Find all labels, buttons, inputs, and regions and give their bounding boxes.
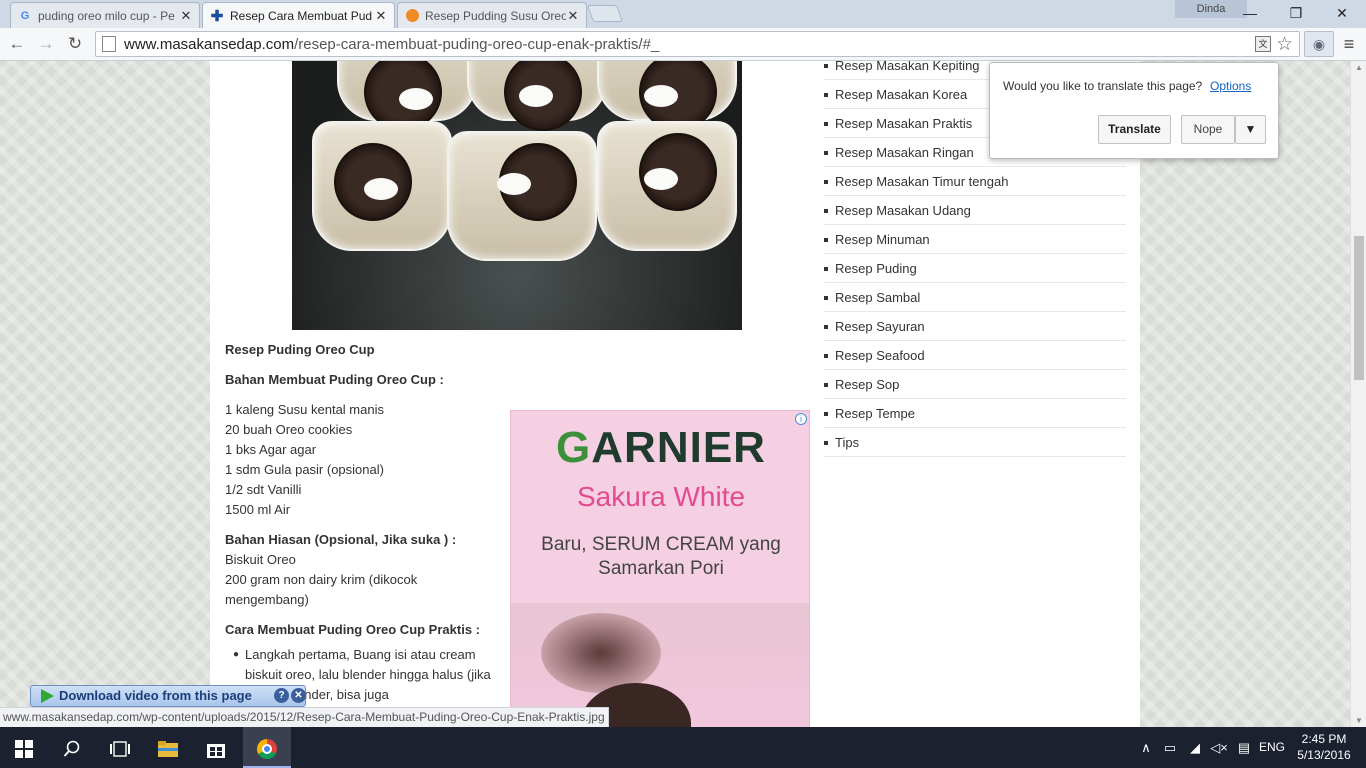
category-link[interactable]: Resep Minuman — [824, 225, 1126, 254]
network-icon[interactable]: ◢ — [1183, 727, 1207, 768]
url-text[interactable]: www.masakansedap.com/resep-cara-membuat-… — [124, 36, 659, 53]
category-link[interactable]: Tips — [824, 428, 1126, 457]
forward-button[interactable]: → — [34, 33, 58, 55]
scroll-down-arrow-icon[interactable]: ▼ — [1355, 716, 1363, 725]
status-url: www.masakansedap.com/wp-content/uploads/… — [0, 707, 609, 727]
category-link[interactable]: Resep Masakan Timur tengah — [824, 167, 1126, 196]
translate-bubble: Would you like to translate this page? O… — [989, 62, 1279, 159]
ad-brand-logo: GARNIER — [556, 423, 766, 472]
pudding-cup — [597, 121, 737, 251]
pudding-cup — [447, 131, 597, 261]
tab-title: Resep Pudding Susu Oreo — [425, 8, 566, 23]
ingredient-item: 20 buah Oreo cookies — [225, 422, 353, 437]
clock-date: 5/13/2016 — [1297, 748, 1351, 762]
garnier-advertisement[interactable]: i GARNIER Sakura White Baru, SERUM CREAM… — [510, 410, 810, 727]
ingredients-heading: Bahan Membuat Puding Oreo Cup : — [225, 372, 444, 387]
pudding-cup — [467, 61, 607, 131]
ad-product-name: Sakura White — [576, 481, 746, 512]
language-indicator[interactable]: ENG — [1257, 727, 1287, 768]
tab-google-search[interactable]: G puding oreo milo cup - Pe ✕ — [10, 2, 200, 28]
help-icon[interactable]: ? — [274, 688, 289, 703]
close-tab-icon[interactable]: ✕ — [566, 8, 580, 24]
ingredient-item: 1 bks Agar agar — [225, 442, 317, 457]
address-bar[interactable]: www.masakansedap.com/resep-cara-membuat-… — [95, 31, 1300, 57]
ingredient-item: 1500 ml Air — [225, 502, 291, 517]
chrome-taskbar-icon[interactable] — [243, 727, 291, 768]
chrome-menu-icon[interactable]: ≡ — [1341, 33, 1357, 55]
garnish-item: 200 gram non dairy krim (dikocok mengemb… — [225, 572, 418, 607]
google-icon: G — [20, 9, 30, 22]
windows-start-icon[interactable] — [0, 727, 48, 768]
close-tab-icon[interactable]: ✕ — [374, 8, 388, 24]
garnish-item: Biskuit Oreo — [225, 552, 296, 567]
volume-icon[interactable]: ◁× — [1208, 727, 1230, 768]
scroll-up-arrow-icon[interactable]: ▲ — [1355, 63, 1363, 72]
garnish-heading: Bahan Hiasan (Opsional, Jika suka ) : — [225, 532, 457, 547]
translate-icon[interactable]: 文 — [1255, 36, 1271, 52]
download-video-bar[interactable]: Download video from this page ? ✕ — [30, 685, 306, 707]
search-icon[interactable] — [48, 727, 96, 768]
scrollbar-thumb[interactable] — [1354, 236, 1364, 380]
category-link[interactable]: Resep Tempe — [824, 399, 1126, 428]
nope-button[interactable]: Nope — [1181, 115, 1235, 144]
clock[interactable]: 2:45 PM 5/13/2016 — [1294, 731, 1354, 763]
garnish-list: Biskuit Oreo 200 gram non dairy krim (di… — [225, 550, 455, 610]
task-view-icon[interactable] — [96, 727, 144, 768]
chevron-up-icon[interactable]: ∧ — [1136, 727, 1156, 768]
pudding-cup — [312, 121, 452, 251]
category-link[interactable]: Resep Sop — [824, 370, 1126, 399]
title-bar: G puding oreo milo cup - Pe ✕ ✚ Resep Ca… — [0, 0, 1366, 28]
minimize-button[interactable]: — — [1227, 0, 1273, 26]
ad-copy: Baru, SERUM CREAM yang Samarkan Pori — [541, 534, 781, 579]
battery-icon[interactable]: ▭ — [1159, 727, 1181, 768]
close-icon[interactable]: ✕ — [291, 688, 306, 703]
translate-button[interactable]: Translate — [1098, 115, 1171, 144]
category-link[interactable]: Resep Masakan Udang — [824, 196, 1126, 225]
ingredients-list: 1 kaleng Susu kental manis 20 buah Oreo … — [225, 400, 384, 520]
ingredient-item: 1 kaleng Susu kental manis — [225, 402, 384, 417]
page-icon — [102, 36, 116, 52]
file-explorer-icon[interactable] — [144, 727, 192, 768]
tab-title: puding oreo milo cup - Pe — [38, 8, 175, 23]
bookmark-star-icon[interactable]: ☆ — [1276, 33, 1293, 56]
store-icon[interactable] — [192, 727, 240, 768]
category-link[interactable]: Resep Sayuran — [824, 312, 1126, 341]
category-link[interactable]: Resep Puding — [824, 254, 1126, 283]
puding-oreo-photo[interactable] — [292, 61, 742, 330]
tab-cookpad[interactable]: Resep Pudding Susu Oreo ✕ — [397, 2, 587, 28]
play-icon — [41, 689, 54, 703]
windows-taskbar: ∧ ▭ ◢ ◁× ▤ ENG 2:45 PM 5/13/2016 — [0, 727, 1366, 768]
page-content: Resep Puding Oreo Cup Bahan Membuat Pudi… — [210, 61, 1140, 727]
browser-toolbar: ← → ↻ www.masakansedap.com/resep-cara-me… — [0, 28, 1366, 61]
close-tab-icon[interactable]: ✕ — [179, 8, 193, 24]
chevron-down-icon[interactable]: ▼ — [1235, 115, 1266, 144]
ingredient-item: 1 sdm Gula pasir (opsional) — [225, 462, 384, 477]
tab-title: Resep Cara Membuat Pud — [230, 8, 373, 23]
pudding-cup — [597, 61, 737, 131]
close-window-button[interactable]: ✕ — [1319, 0, 1365, 26]
page-scrollbar[interactable]: ▲ ▼ — [1350, 61, 1366, 727]
pudding-cup — [337, 61, 477, 131]
action-center-icon[interactable]: ▤ — [1233, 727, 1255, 768]
back-button[interactable]: ← — [5, 33, 29, 55]
category-link[interactable]: Resep Seafood — [824, 341, 1126, 370]
download-video-label[interactable]: Download video from this page — [59, 686, 252, 706]
article-title: Resep Puding Oreo Cup — [225, 342, 375, 357]
tab-masakansedap[interactable]: ✚ Resep Cara Membuat Pud ✕ — [202, 2, 395, 28]
reload-button[interactable]: ↻ — [63, 33, 87, 55]
cookpad-icon — [404, 8, 420, 24]
masakansedap-icon: ✚ — [210, 7, 224, 25]
restore-button[interactable]: ❐ — [1273, 0, 1319, 26]
new-tab-button[interactable] — [586, 5, 624, 22]
translate-question: Would you like to translate this page? — [1003, 79, 1203, 93]
page-viewport: Resep Puding Oreo Cup Bahan Membuat Pudi… — [0, 61, 1350, 727]
translate-options-link[interactable]: Options — [1210, 79, 1251, 93]
clock-time: 2:45 PM — [1301, 732, 1347, 746]
ingredient-item: 1/2 sdt Vanilli — [225, 482, 302, 497]
steps-heading: Cara Membuat Puding Oreo Cup Praktis : — [225, 622, 480, 637]
extension-icon[interactable]: ◉ — [1304, 31, 1334, 57]
category-link[interactable]: Resep Sambal — [824, 283, 1126, 312]
